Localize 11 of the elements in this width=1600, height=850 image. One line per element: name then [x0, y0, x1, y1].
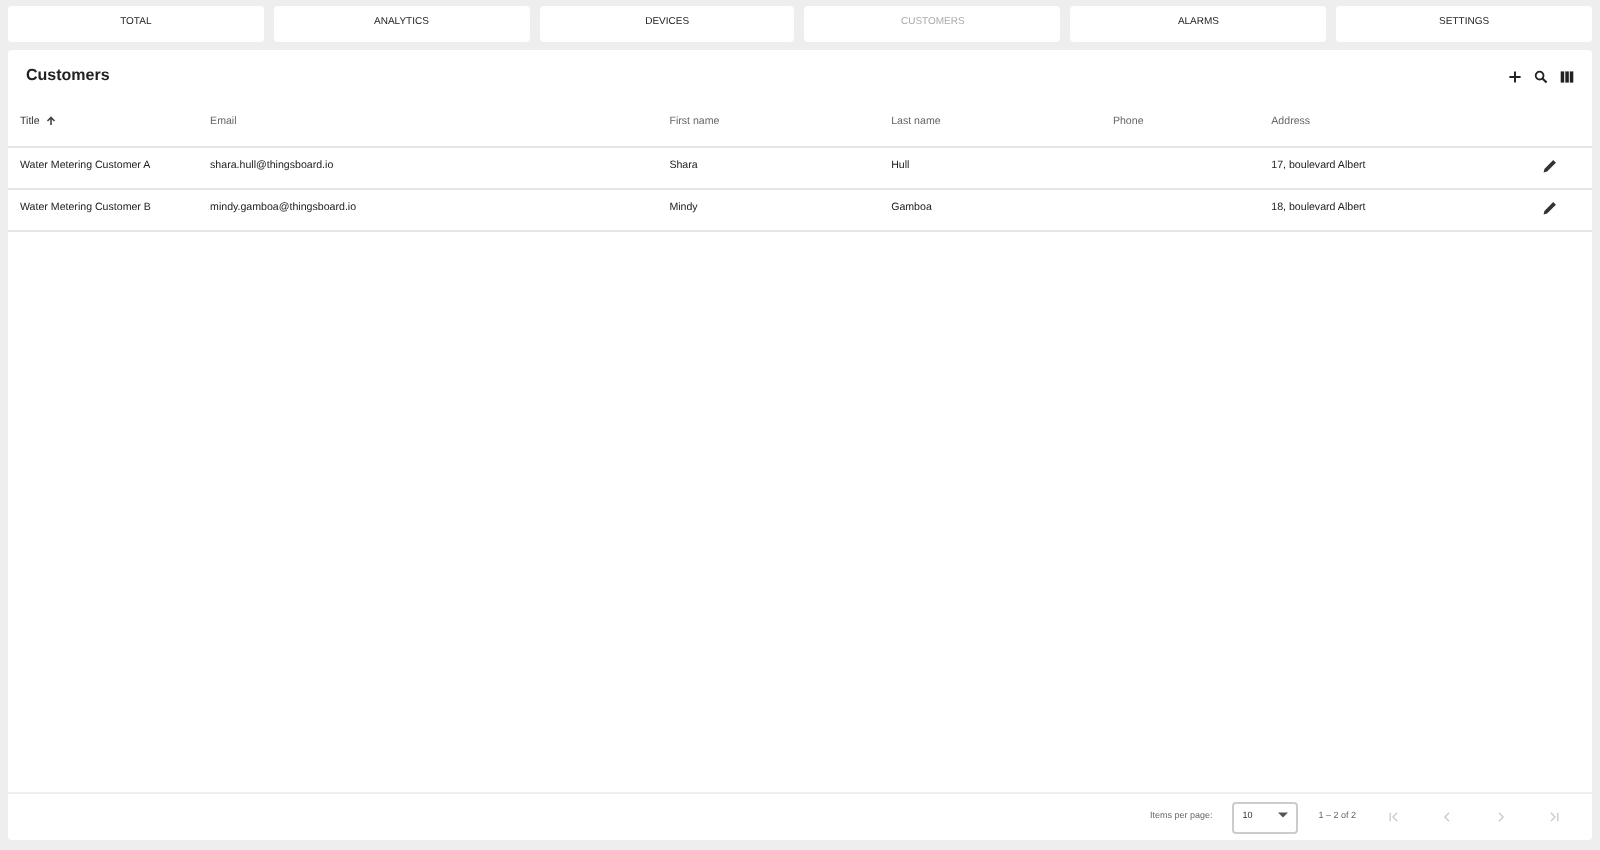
- plus-icon: [1508, 69, 1522, 83]
- search-icon: [1534, 69, 1548, 83]
- pencil-icon: [1542, 199, 1558, 216]
- table-title: Customers: [26, 64, 110, 88]
- chevron-icon: [1386, 810, 1400, 824]
- chevron-icon: [1440, 810, 1454, 824]
- chevron-icon: [1548, 810, 1562, 824]
- columns-icon: [1560, 69, 1574, 83]
- caret-icon: [1278, 812, 1289, 819]
- chevron-icon: [1494, 810, 1508, 824]
- pencil-icon: [1542, 157, 1558, 174]
